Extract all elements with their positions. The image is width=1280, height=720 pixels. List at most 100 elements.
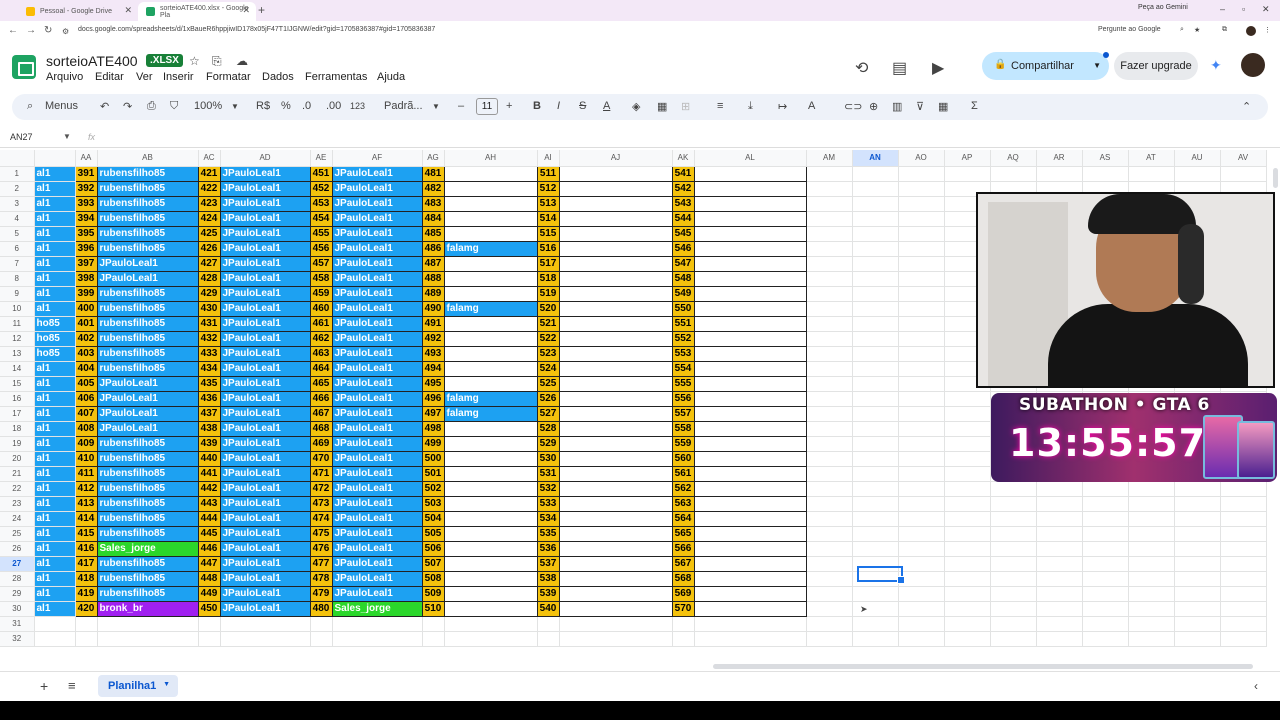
grid-cell[interactable] <box>693 180 807 197</box>
new-tab-icon[interactable]: + <box>258 3 265 17</box>
grid-cell[interactable]: 411 <box>74 465 98 482</box>
insert-comment-icon[interactable]: ⊕ <box>869 100 878 113</box>
grid-cell[interactable]: 463 <box>309 345 333 362</box>
grid-cell[interactable]: 553 <box>671 345 695 362</box>
grid-cell[interactable]: Sales_jorge <box>96 540 199 557</box>
grid-cell[interactable]: 430 <box>197 300 221 317</box>
menu-ver[interactable]: Ver <box>136 71 153 83</box>
grid-cell[interactable] <box>898 541 945 557</box>
grid-cell[interactable] <box>806 496 853 512</box>
grid-cell[interactable]: 416 <box>74 540 98 557</box>
grid-cell[interactable]: 567 <box>671 555 695 572</box>
grid-cell[interactable]: 453 <box>309 195 333 212</box>
grid-cell[interactable]: 449 <box>197 585 221 602</box>
grid-cell[interactable]: 401 <box>74 315 98 332</box>
grid-cell[interactable] <box>898 556 945 572</box>
grid-cell[interactable]: rubensfilho85 <box>96 195 199 212</box>
grid-cell[interactable] <box>852 466 899 482</box>
grid-cell[interactable]: JPauloLeal1 <box>331 345 423 362</box>
grid-cell[interactable]: rubensfilho85 <box>96 345 199 362</box>
row-header[interactable]: 6 <box>0 241 35 257</box>
grid-cell[interactable]: 412 <box>74 480 98 497</box>
grid-cell[interactable] <box>1082 616 1129 632</box>
grid-cell[interactable]: JPauloLeal1 <box>219 300 311 317</box>
row-header[interactable]: 25 <box>0 526 35 542</box>
grid-cell[interactable]: 570 <box>671 600 695 617</box>
grid-cell[interactable] <box>558 555 673 572</box>
grid-cell[interactable]: 526 <box>536 390 560 407</box>
grid-cell[interactable]: 434 <box>197 360 221 377</box>
grid-cell[interactable] <box>1082 556 1129 572</box>
grid-cell[interactable]: JPauloLeal1 <box>219 570 311 587</box>
grid-cell[interactable]: 418 <box>74 570 98 587</box>
grid-cell[interactable]: 518 <box>536 270 560 287</box>
grid-cell[interactable] <box>1128 526 1175 542</box>
back-icon[interactable]: ← <box>8 25 18 36</box>
menu-formatar[interactable]: Formatar <box>206 71 251 83</box>
grid-cell[interactable]: al1 <box>34 196 76 212</box>
grid-cell[interactable] <box>990 481 1037 497</box>
grid-cell[interactable] <box>1174 571 1221 587</box>
grid-cell[interactable]: JPauloLeal1 <box>331 300 423 317</box>
grid-cell[interactable] <box>852 451 899 467</box>
grid-cell[interactable]: JPauloLeal1 <box>219 480 311 497</box>
grid-cell[interactable] <box>898 436 945 452</box>
grid-cell[interactable]: 392 <box>74 180 98 197</box>
grid-cell[interactable] <box>558 210 673 227</box>
grid-cell[interactable] <box>443 330 538 347</box>
row-header[interactable]: 8 <box>0 271 35 287</box>
grid-cell[interactable]: 436 <box>197 390 221 407</box>
grid-cell[interactable] <box>1220 616 1267 632</box>
grid-cell[interactable]: 511 <box>536 165 560 182</box>
grid-cell[interactable]: rubensfilho85 <box>96 225 199 242</box>
grid-cell[interactable]: rubensfilho85 <box>96 525 199 542</box>
grid-cell[interactable] <box>898 526 945 542</box>
row-header[interactable]: 23 <box>0 496 35 512</box>
grid-cell[interactable] <box>1174 631 1221 647</box>
grid-cell[interactable]: 566 <box>671 540 695 557</box>
grid-cell[interactable] <box>852 181 899 197</box>
row-header[interactable]: 14 <box>0 361 35 377</box>
filter-views-icon[interactable]: ▦ <box>938 100 948 113</box>
share-button[interactable]: 🔒 Compartilhar ▼ <box>982 52 1109 80</box>
version-history-icon[interactable]: ⟲ <box>855 58 868 78</box>
grid-cell[interactable]: rubensfilho85 <box>96 480 199 497</box>
grid-cell[interactable]: JPauloLeal1 <box>331 405 423 422</box>
grid-cell[interactable]: ho85 <box>34 316 76 332</box>
grid-cell[interactable] <box>558 540 673 557</box>
grid-cell[interactable] <box>898 496 945 512</box>
column-header[interactable]: AR <box>1036 150 1083 167</box>
grid-cell[interactable]: JPauloLeal1 <box>331 585 423 602</box>
grid-cell[interactable] <box>1128 496 1175 512</box>
grid-cell[interactable] <box>898 226 945 242</box>
grid-cell[interactable] <box>693 555 807 572</box>
grid-cell[interactable] <box>898 421 945 437</box>
close-window-icon[interactable]: ✕ <box>1262 4 1270 15</box>
row-header[interactable]: 21 <box>0 466 35 482</box>
grid-cell[interactable] <box>443 480 538 497</box>
chevron-down-icon[interactable]: ▼ <box>1093 61 1101 70</box>
grid-cell[interactable] <box>898 196 945 212</box>
grid-cell[interactable]: 456 <box>309 240 333 257</box>
grid-cell[interactable]: 502 <box>421 480 445 497</box>
grid-cell[interactable]: 419 <box>74 585 98 602</box>
grid-cell[interactable] <box>852 481 899 497</box>
grid-cell[interactable] <box>1220 556 1267 572</box>
grid-cell[interactable]: al1 <box>34 226 76 242</box>
row-header[interactable]: 4 <box>0 211 35 227</box>
grid-cell[interactable] <box>1174 586 1221 602</box>
grid-cell[interactable] <box>693 300 807 317</box>
grid-cell[interactable]: al1 <box>34 286 76 302</box>
grid-cell[interactable]: JPauloLeal1 <box>331 540 423 557</box>
grid-cell[interactable] <box>806 211 853 227</box>
grid-cell[interactable]: 517 <box>536 255 560 272</box>
sheets-logo-icon[interactable] <box>12 55 36 79</box>
grid-cell[interactable] <box>693 600 807 617</box>
browser-tab-drive[interactable]: Pessoal - Google Drive ✕ <box>18 2 138 21</box>
grid-cell[interactable]: 477 <box>309 555 333 572</box>
grid-cell[interactable] <box>558 285 673 302</box>
grid-cell[interactable]: 525 <box>536 375 560 392</box>
grid-cell[interactable] <box>898 346 945 362</box>
move-folder-icon[interactable]: ⎘ <box>212 54 222 69</box>
grid-cell[interactable] <box>443 225 538 242</box>
